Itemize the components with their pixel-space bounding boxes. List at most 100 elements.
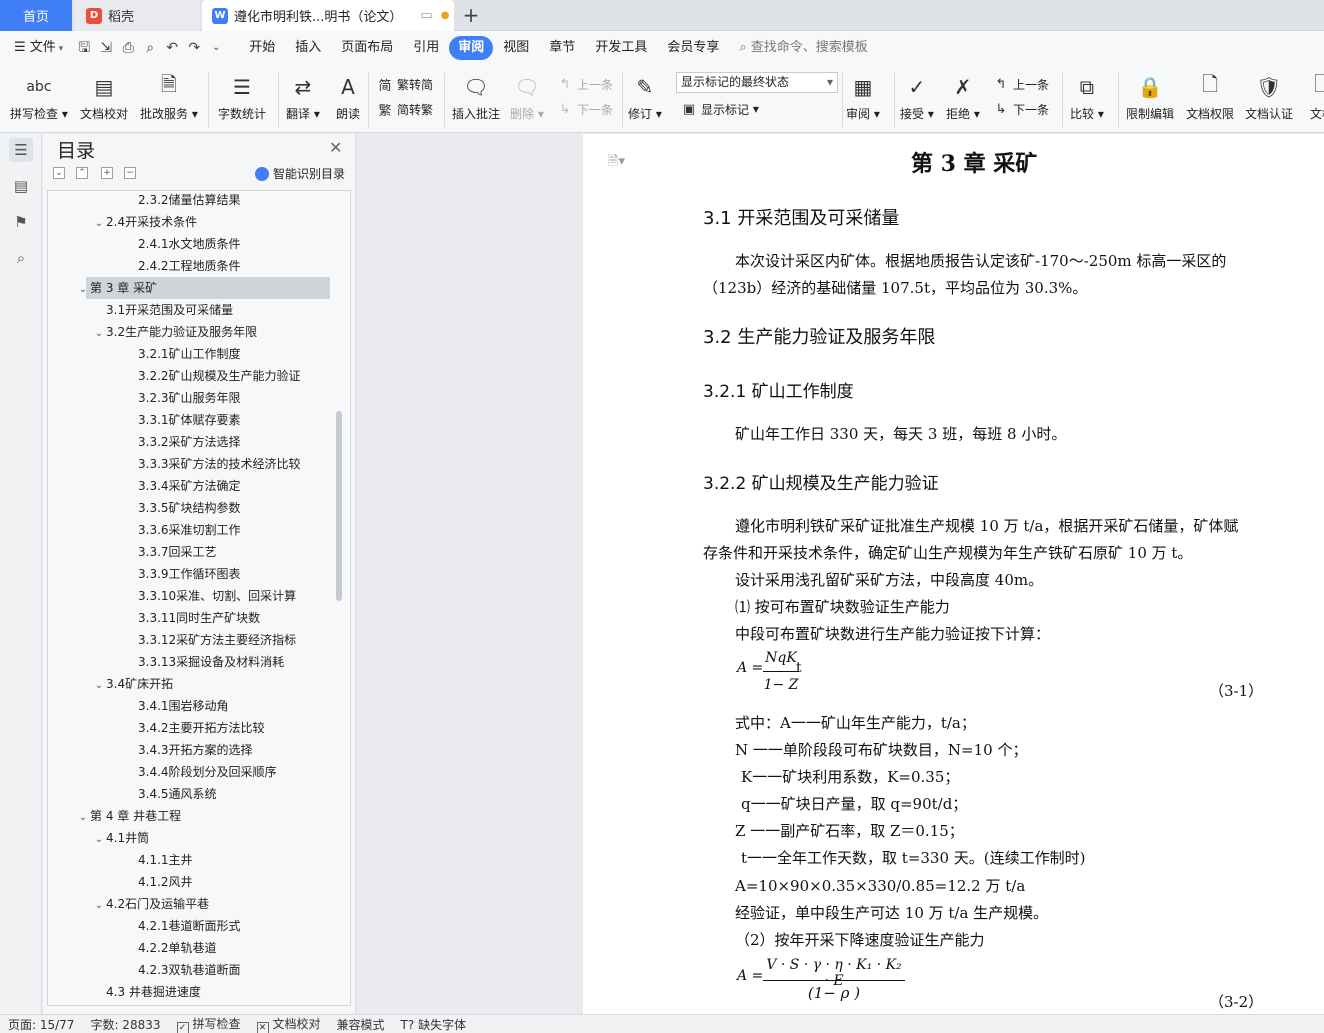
- save-icon[interactable]: 🖫: [73, 36, 95, 60]
- batch-service-button[interactable]: 🗎 批改服务 ▾: [140, 69, 198, 123]
- collapse-all-icon[interactable]: ⌄: [53, 167, 65, 179]
- menu-item-references[interactable]: 引用: [403, 36, 449, 60]
- toc-item[interactable]: ⌄ 2.4开采技术条件: [48, 211, 348, 233]
- menu-item-home[interactable]: 开始: [239, 36, 285, 60]
- toc-item[interactable]: 3.4.5通风系统: [48, 783, 348, 805]
- toc-item[interactable]: ⌄ 3.4矿床开拓: [48, 673, 348, 695]
- doc-permission-button[interactable]: 🗋 文档权限: [1186, 69, 1234, 123]
- next-change-button[interactable]: ↳ 下一条: [992, 98, 1049, 120]
- menu-item-insert[interactable]: 插入: [285, 36, 331, 60]
- doc-more-button[interactable]: 🗋 文档: [1306, 69, 1324, 123]
- insert-comment-button[interactable]: 🗨 插入批注: [452, 69, 500, 123]
- undo-icon[interactable]: ↶: [161, 36, 183, 60]
- toc-item[interactable]: 3.3.12采矿方法主要经济指标: [48, 629, 348, 651]
- trad-to-simp-button[interactable]: 简繁转简: [376, 73, 433, 95]
- file-menu[interactable]: ☰ 文件 ▾: [0, 36, 73, 60]
- missing-font-button[interactable]: T? 缺失字体: [393, 1016, 475, 1033]
- tab-daoke[interactable]: D 稻壳: [74, 0, 200, 31]
- chevron-down-icon[interactable]: ⌄: [76, 807, 90, 829]
- toc-item[interactable]: 3.3.13采掘设备及材料消耗: [48, 651, 348, 673]
- toc-item[interactable]: ⌄ 4.1井筒: [48, 827, 348, 849]
- menu-item-chapter[interactable]: 章节: [539, 36, 585, 60]
- markup-mode-select[interactable]: 显示标记的最终状态: [676, 72, 838, 93]
- expand-all-icon[interactable]: ⌃: [76, 167, 88, 179]
- tab-document[interactable]: W 遵化市明利铁...明书（论文） ▭ ●: [202, 0, 454, 31]
- toc-item[interactable]: 3.3.1矿体赋存要素: [48, 409, 348, 431]
- toc-item[interactable]: 2.3.2储量估算结果: [48, 191, 348, 211]
- toc-item[interactable]: 4.1.2风井: [48, 871, 348, 893]
- chapter-nav-icon[interactable]: ▤: [9, 174, 33, 198]
- next-comment-button[interactable]: ↳ 下一条: [556, 98, 613, 120]
- menu-item-review[interactable]: 审阅: [449, 36, 494, 60]
- redo-icon[interactable]: ↷: [183, 36, 205, 60]
- menu-item-layout[interactable]: 页面布局: [331, 36, 403, 60]
- toc-item[interactable]: 3.4.3开拓方案的选择: [48, 739, 348, 761]
- toc-item[interactable]: 3.3.11同时生产矿块数: [48, 607, 348, 629]
- export-icon[interactable]: ⇲: [95, 36, 117, 60]
- toc-item[interactable]: 3.4.2主要开拓方法比较: [48, 717, 348, 739]
- reject-button[interactable]: ✗ 拒绝 ▾: [946, 69, 980, 123]
- chevron-down-icon[interactable]: ⌄: [92, 323, 106, 345]
- new-tab-button[interactable]: +: [460, 4, 482, 26]
- page-indicator[interactable]: 页面: 15/77: [0, 1016, 82, 1033]
- toc-item[interactable]: 3.4.4阶段划分及回采顺序: [48, 761, 348, 783]
- remove-heading-icon[interactable]: −: [124, 167, 136, 179]
- print-icon[interactable]: ⎙: [117, 36, 139, 60]
- toc-item[interactable]: 4.3 井巷掘进速度: [48, 981, 348, 1003]
- document-page[interactable]: 🗎▾ 第 3 章 采矿 3.1 开采范围及可采储量 本次设计采区内矿体。根据地质…: [583, 134, 1324, 1014]
- read-aloud-button[interactable]: A 朗读: [332, 69, 364, 123]
- toc-item[interactable]: ⌄ 3.2生产能力验证及服务年限: [48, 321, 348, 343]
- toc-item[interactable]: 4.1.1主井: [48, 849, 348, 871]
- chevron-down-icon[interactable]: ⌄: [76, 279, 90, 301]
- chevron-down-icon[interactable]: ⌄: [92, 675, 106, 697]
- doc-check-button[interactable]: ▤ 文档校对: [80, 69, 128, 123]
- toc-item[interactable]: 3.1开采范围及可采储量: [48, 299, 348, 321]
- menu-item-member[interactable]: 会员专享: [657, 36, 729, 60]
- menu-item-view[interactable]: 视图: [493, 36, 539, 60]
- toc-item[interactable]: 3.4.1围岩移动角: [48, 695, 348, 717]
- show-markup-button[interactable]: ▣ 显示标记 ▾: [680, 98, 759, 120]
- toc-item[interactable]: ⌄ 4.2石门及运输平巷: [48, 893, 348, 915]
- prev-comment-button[interactable]: ↰ 上一条: [556, 73, 613, 95]
- toc-item[interactable]: 3.3.3采矿方法的技术经济比较: [48, 453, 348, 475]
- close-icon[interactable]: ✕: [329, 138, 342, 157]
- bookmark-icon[interactable]: ⚑: [9, 210, 33, 234]
- toc-scrollbar[interactable]: [336, 411, 342, 601]
- toc-item[interactable]: ⌄ 第 4 章 井巷工程: [48, 805, 348, 827]
- search-icon[interactable]: ⌕: [9, 246, 33, 270]
- word-count-indicator[interactable]: 字数: 28833: [82, 1016, 168, 1033]
- toc-item[interactable]: 3.3.10采准、切割、回采计算: [48, 585, 348, 607]
- tab-home[interactable]: 首页: [0, 0, 72, 31]
- simp-to-trad-button[interactable]: 繁简转繁: [376, 98, 433, 120]
- delete-comment-button[interactable]: 🗨 删除 ▾: [510, 69, 544, 123]
- toc-item[interactable]: 3.2.3矿山服务年限: [48, 387, 348, 409]
- toc-item[interactable]: 3.3.9工作循环图表: [48, 563, 348, 585]
- toc-item[interactable]: 2.4.1水文地质条件: [48, 233, 348, 255]
- chevron-down-icon[interactable]: ⌄: [92, 829, 106, 851]
- toc-item[interactable]: 3.3.6采准切割工作: [48, 519, 348, 541]
- doc-certify-button[interactable]: 🛡 文档认证: [1245, 69, 1293, 123]
- accept-button[interactable]: ✓ 接受 ▾: [900, 69, 934, 123]
- toc-item[interactable]: 3.3.4采矿方法确定: [48, 475, 348, 497]
- chevron-down-icon[interactable]: ⌄: [92, 213, 106, 235]
- toc-item[interactable]: 3.2.1矿山工作制度: [48, 343, 348, 365]
- toc-item[interactable]: 2.4.2工程地质条件: [48, 255, 348, 277]
- proofread-toggle[interactable]: ✕ 文档校对: [249, 1015, 329, 1033]
- toc-item[interactable]: 4.2.3双轨巷道断面: [48, 959, 348, 981]
- print-preview-icon[interactable]: ⌕: [139, 36, 161, 60]
- toc-item[interactable]: 3.2.2矿山规模及生产能力验证: [48, 365, 348, 387]
- translate-button[interactable]: ⇄ 翻译 ▾: [286, 69, 320, 123]
- spell-check-button[interactable]: abc 拼写检查 ▾: [10, 69, 68, 123]
- word-count-button[interactable]: ☰ 字数统计: [218, 69, 266, 123]
- toc-item[interactable]: 3.3.2采矿方法选择: [48, 431, 348, 453]
- restrict-edit-button[interactable]: 🔒 限制编辑: [1126, 69, 1174, 123]
- review-pane-button[interactable]: ▦ 审阅 ▾: [846, 69, 880, 123]
- toc-item[interactable]: 3.3.5矿块结构参数: [48, 497, 348, 519]
- track-changes-button[interactable]: ✎ 修订 ▾: [628, 69, 662, 123]
- more-icon[interactable]: ⌄: [205, 36, 227, 60]
- page-options-icon[interactable]: 🗎▾: [608, 152, 625, 174]
- command-search[interactable]: ⌕ 查找命令、搜索模板: [729, 36, 877, 60]
- toc-item[interactable]: 3.3.7回采工艺: [48, 541, 348, 563]
- toc-item[interactable]: 4.2.2单轨巷道: [48, 937, 348, 959]
- toc-item[interactable]: 4.2.1巷道断面形式: [48, 915, 348, 937]
